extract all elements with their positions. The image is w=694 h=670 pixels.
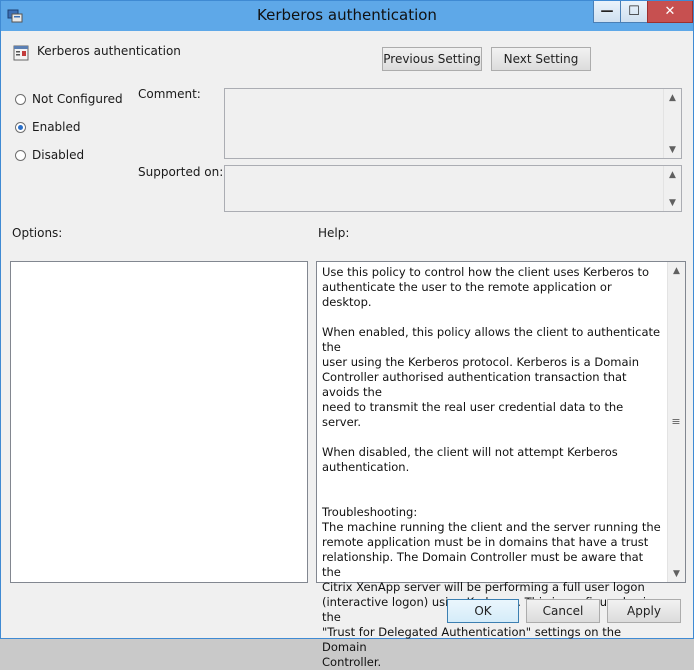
supported-on-scrollbar[interactable]: ▲ ▼ xyxy=(663,166,681,211)
radio-not-configured[interactable]: Not Configured xyxy=(15,92,123,106)
scroll-down-icon[interactable]: ▼ xyxy=(664,141,681,158)
radio-circle[interactable] xyxy=(15,93,26,105)
help-paragraph: Use this policy to control how the clien… xyxy=(322,265,650,309)
title-bar[interactable]: Kerberos authentication — ☐ ✕ xyxy=(1,1,693,31)
policy-name: Kerberos authentication xyxy=(37,44,181,58)
scroll-down-icon[interactable]: ▼ xyxy=(668,565,685,582)
maximize-icon: ☐ xyxy=(628,4,640,19)
ok-button[interactable]: OK xyxy=(447,599,519,623)
help-paragraph: Troubleshooting: The machine running the… xyxy=(322,505,661,669)
next-setting-button[interactable]: Next Setting xyxy=(491,47,591,71)
close-icon: ✕ xyxy=(664,4,676,19)
radio-label: Not Configured xyxy=(32,92,123,106)
help-panel: Use this policy to control how the clien… xyxy=(316,261,686,669)
help-paragraph: When enabled, this policy allows the cli… xyxy=(322,325,661,429)
previous-setting-button[interactable]: Previous Setting xyxy=(382,47,482,71)
scroll-up-icon[interactable]: ▲ xyxy=(664,89,681,106)
radio-disabled[interactable]: Disabled xyxy=(15,148,84,162)
minimize-button[interactable]: — xyxy=(593,1,621,23)
supported-on-field: ▲ ▼ xyxy=(224,165,682,212)
help-paragraph: When disabled, the client will not attem… xyxy=(322,445,618,474)
radio-enabled[interactable]: Enabled xyxy=(15,120,81,134)
comment-field[interactable]: ▲ ▼ xyxy=(224,88,682,159)
policy-dialog: Kerberos authentication — ☐ ✕ Kerberos a… xyxy=(0,0,694,669)
comment-scrollbar[interactable]: ▲ ▼ xyxy=(663,89,681,158)
scroll-up-icon[interactable]: ▲ xyxy=(668,262,685,279)
radio-circle[interactable] xyxy=(15,149,26,161)
radio-circle[interactable] xyxy=(15,121,26,133)
supported-on-label: Supported on: xyxy=(138,165,224,179)
scroll-grip-icon[interactable]: ≡ xyxy=(668,416,684,428)
radio-label: Disabled xyxy=(32,148,85,162)
minimize-icon: — xyxy=(600,4,614,19)
apply-button[interactable]: Apply xyxy=(607,599,681,623)
help-scrollbar[interactable]: ▲ ≡ ▼ xyxy=(667,262,685,582)
maximize-button[interactable]: ☐ xyxy=(620,1,648,23)
policy-setting-icon xyxy=(13,45,29,61)
help-label: Help: xyxy=(318,226,350,240)
scroll-up-icon[interactable]: ▲ xyxy=(664,166,681,183)
cancel-button[interactable]: Cancel xyxy=(526,599,600,623)
radio-label: Enabled xyxy=(32,120,81,134)
scroll-down-icon[interactable]: ▼ xyxy=(664,194,681,211)
options-label: Options: xyxy=(12,226,63,240)
options-panel xyxy=(10,261,308,583)
close-button[interactable]: ✕ xyxy=(647,1,693,23)
help-spacer xyxy=(322,490,662,505)
window-title: Kerberos authentication xyxy=(257,6,437,24)
comment-label: Comment: xyxy=(138,87,201,101)
